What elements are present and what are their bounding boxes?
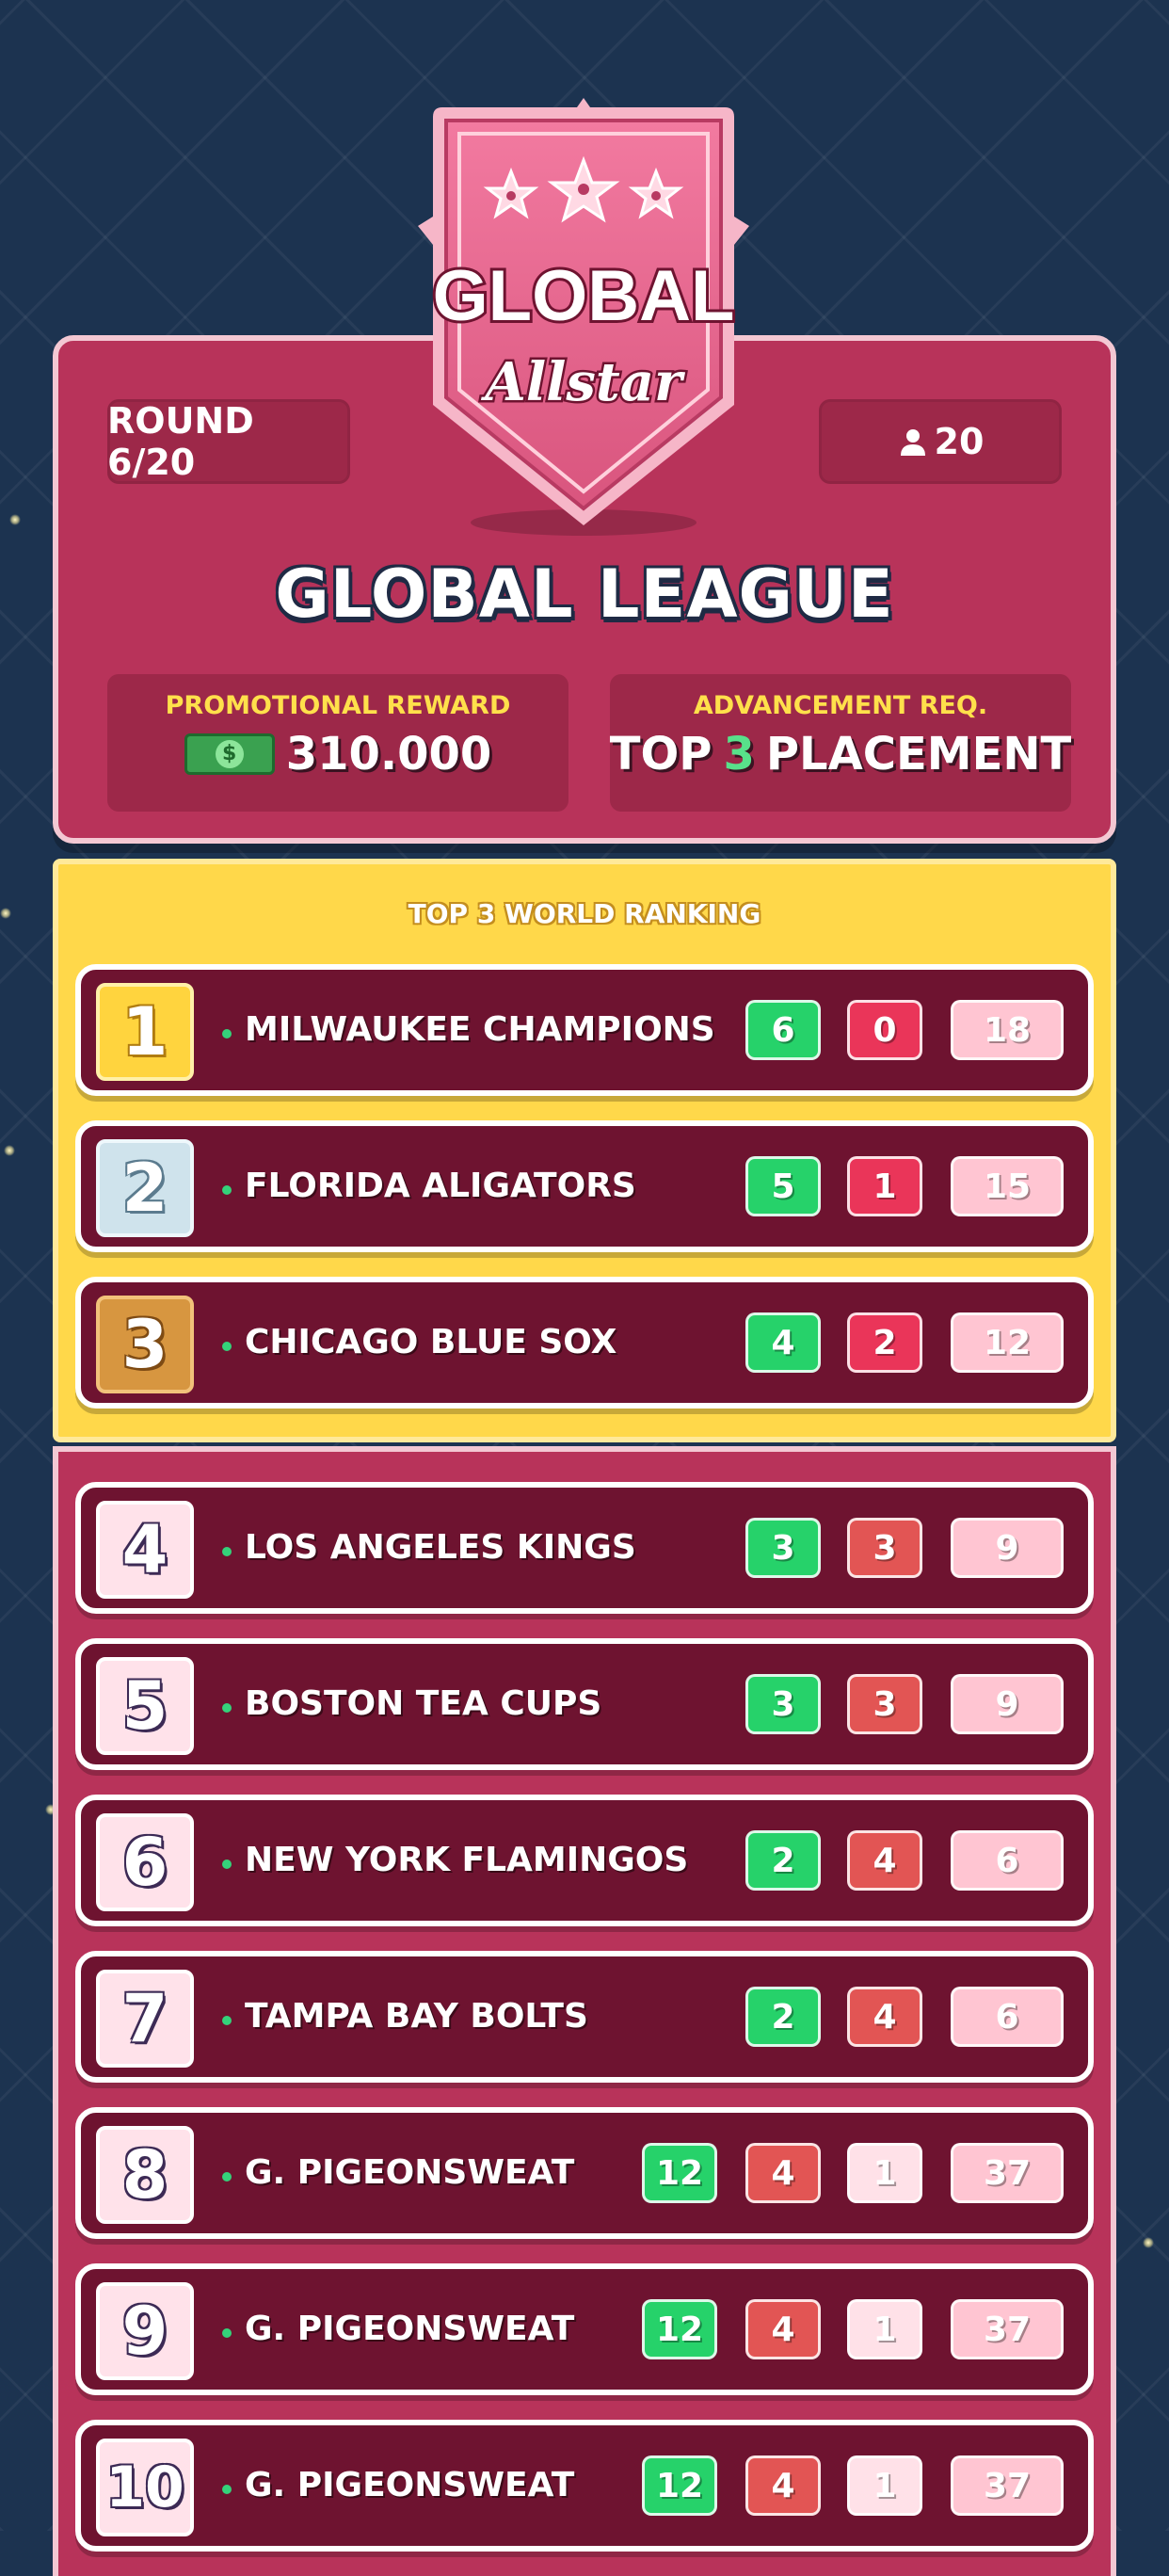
rank-badge: 6 bbox=[96, 1813, 194, 1911]
online-dot bbox=[222, 2485, 232, 2494]
points-stat: 37 bbox=[951, 2143, 1064, 2203]
team-name: TAMPA BAY BOLTS bbox=[245, 1997, 588, 2036]
sparkle bbox=[0, 908, 11, 919]
losses-stat: 4 bbox=[745, 2455, 821, 2516]
online-dot bbox=[222, 1029, 232, 1038]
wins-stat: 4 bbox=[745, 1312, 821, 1373]
points-stat: 6 bbox=[951, 1830, 1064, 1891]
wins-stat: 3 bbox=[745, 1518, 821, 1578]
promotional-reward-box: PROMOTIONAL REWARD 310.000 bbox=[107, 674, 568, 812]
online-dot bbox=[222, 1703, 232, 1713]
top-ranking-title: TOP 3 WORLD RANKING bbox=[408, 898, 761, 929]
ranking-row[interactable]: 5 BOSTON TEA CUPS 3 3 9 bbox=[75, 1638, 1094, 1770]
points-stat: 12 bbox=[951, 1312, 1064, 1373]
ranking-row[interactable]: 9 G. PIGEONSWEAT 12 4 1 37 bbox=[75, 2263, 1094, 2395]
losses-stat: 1 bbox=[847, 1156, 922, 1216]
league-title: GLOBAL LEAGUE bbox=[275, 555, 894, 633]
rank-badge: 2 bbox=[96, 1139, 194, 1237]
person-icon bbox=[900, 429, 925, 456]
rank-badge: 10 bbox=[96, 2439, 194, 2536]
points-stat: 37 bbox=[951, 2299, 1064, 2359]
ranking-row[interactable]: 1 MILWAUKEE CHAMPIONS 6 0 18 bbox=[75, 964, 1094, 1096]
rank-badge: 1 bbox=[96, 983, 194, 1081]
ranking-row[interactable]: 8 G. PIGEONSWEAT 12 4 1 37 bbox=[75, 2107, 1094, 2239]
team-name: NEW YORK FLAMINGOS bbox=[245, 1841, 689, 1879]
rank-badge: 3 bbox=[96, 1296, 194, 1393]
advancement-label: ADVANCEMENT REQ. bbox=[693, 691, 988, 720]
online-dot bbox=[222, 1342, 232, 1351]
losses-stat: 3 bbox=[847, 1518, 922, 1578]
advancement-requirement-box: ADVANCEMENT REQ. TOP 3 PLACEMENT bbox=[610, 674, 1071, 812]
draws-stat: 1 bbox=[847, 2143, 922, 2203]
rank-badge: 8 bbox=[96, 2126, 194, 2224]
draws-stat: 1 bbox=[847, 2299, 922, 2359]
losses-stat: 4 bbox=[847, 1830, 922, 1891]
round-text: ROUND 6/20 bbox=[107, 400, 254, 483]
points-stat: 6 bbox=[951, 1987, 1064, 2047]
ranking-row[interactable]: 10 G. PIGEONSWEAT 12 4 1 37 bbox=[75, 2420, 1094, 2552]
points-stat: 37 bbox=[951, 2455, 1064, 2516]
losses-stat: 4 bbox=[745, 2143, 821, 2203]
ranking-row[interactable]: 6 NEW YORK FLAMINGOS 2 4 6 bbox=[75, 1795, 1094, 1926]
online-dot bbox=[222, 1547, 232, 1556]
points-stat: 15 bbox=[951, 1156, 1064, 1216]
badge-title: GLOBAL bbox=[433, 256, 735, 336]
sparkle bbox=[9, 514, 21, 525]
online-dot bbox=[222, 2016, 232, 2025]
losses-stat: 2 bbox=[847, 1312, 922, 1373]
sparkle bbox=[1143, 2237, 1154, 2248]
online-dot bbox=[222, 1185, 232, 1195]
online-dot bbox=[222, 2172, 232, 2182]
losses-stat: 4 bbox=[847, 1987, 922, 2047]
losses-stat: 4 bbox=[745, 2299, 821, 2359]
round-indicator: ROUND 6/20 bbox=[107, 399, 350, 484]
wins-stat: 5 bbox=[745, 1156, 821, 1216]
ranking-row[interactable]: 3 CHICAGO BLUE SOX 4 2 12 bbox=[75, 1277, 1094, 1409]
promotional-reward-value: 310.000 bbox=[285, 728, 492, 781]
wins-stat: 12 bbox=[642, 2455, 717, 2516]
ranking-row[interactable]: 4 LOS ANGELES KINGS 3 3 9 bbox=[75, 1482, 1094, 1614]
badge-subtitle: Allstar bbox=[480, 351, 685, 413]
wins-stat: 2 bbox=[745, 1830, 821, 1891]
advancement-number: 3 bbox=[723, 728, 755, 781]
ranking-row[interactable]: 7 TAMPA BAY BOLTS 2 4 6 bbox=[75, 1951, 1094, 2083]
team-name: BOSTON TEA CUPS bbox=[245, 1684, 602, 1723]
rank-badge: 5 bbox=[96, 1657, 194, 1755]
promotional-reward-label: PROMOTIONAL REWARD bbox=[165, 691, 511, 720]
losses-stat: 0 bbox=[847, 1000, 922, 1060]
wins-stat: 3 bbox=[745, 1674, 821, 1734]
team-name: G. PIGEONSWEAT bbox=[245, 2153, 575, 2192]
team-name: CHICAGO BLUE SOX bbox=[245, 1323, 617, 1361]
team-name: G. PIGEONSWEAT bbox=[245, 2466, 575, 2504]
team-name: MILWAUKEE CHAMPIONS bbox=[245, 1010, 715, 1049]
rank-badge: 9 bbox=[96, 2282, 194, 2380]
advancement-post: PLACEMENT bbox=[765, 728, 1072, 781]
wins-stat: 12 bbox=[642, 2299, 717, 2359]
losses-stat: 3 bbox=[847, 1674, 922, 1734]
team-name: G. PIGEONSWEAT bbox=[245, 2310, 575, 2348]
rank-badge: 7 bbox=[96, 1970, 194, 2068]
points-stat: 9 bbox=[951, 1674, 1064, 1734]
advancement-pre: TOP bbox=[609, 728, 713, 781]
player-count-text: 20 bbox=[934, 421, 985, 462]
global-allstar-badge: GLOBAL Allstar bbox=[418, 98, 749, 536]
team-name: LOS ANGELES KINGS bbox=[245, 1528, 636, 1567]
rank-badge: 4 bbox=[96, 1501, 194, 1599]
wins-stat: 12 bbox=[642, 2143, 717, 2203]
cash-icon bbox=[184, 733, 275, 775]
draws-stat: 1 bbox=[847, 2455, 922, 2516]
team-name: FLORIDA ALIGATORS bbox=[245, 1167, 636, 1205]
wins-stat: 2 bbox=[745, 1987, 821, 2047]
points-stat: 9 bbox=[951, 1518, 1064, 1578]
points-stat: 18 bbox=[951, 1000, 1064, 1060]
online-dot bbox=[222, 1860, 232, 1869]
online-dot bbox=[222, 2328, 232, 2338]
wins-stat: 6 bbox=[745, 1000, 821, 1060]
sparkle bbox=[4, 1145, 15, 1156]
player-count: 20 bbox=[819, 399, 1062, 484]
ranking-row[interactable]: 2 FLORIDA ALIGATORS 5 1 15 bbox=[75, 1120, 1094, 1252]
